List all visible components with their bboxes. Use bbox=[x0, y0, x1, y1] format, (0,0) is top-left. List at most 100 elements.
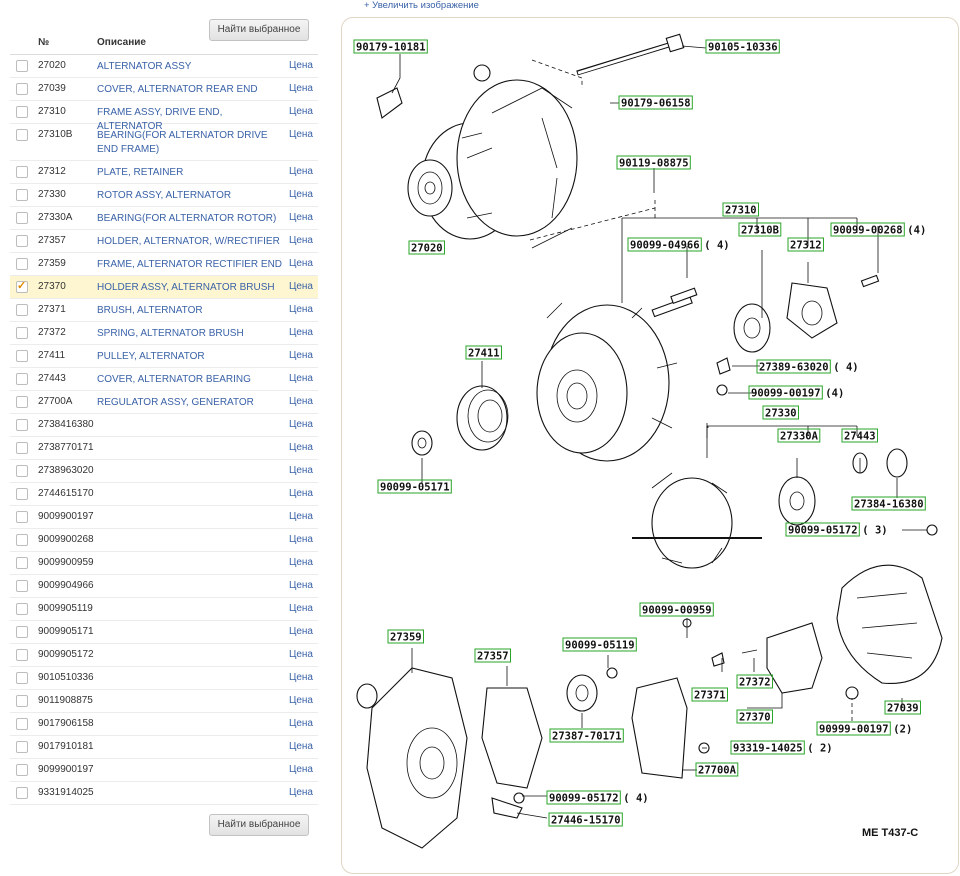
price-link[interactable]: Цена bbox=[289, 442, 313, 453]
part-callout[interactable]: 90179-10181 bbox=[353, 39, 428, 54]
price-link[interactable]: Цена bbox=[289, 511, 313, 522]
row-checkbox[interactable] bbox=[16, 741, 28, 753]
part-callout[interactable]: 90099-05172 ( 4) bbox=[546, 790, 649, 805]
row-checkbox[interactable] bbox=[16, 718, 28, 730]
table-row[interactable]: 27310 FRAME ASSY, DRIVE END, ALTERNATOR Це… bbox=[10, 101, 318, 132]
price-link[interactable]: Цена bbox=[289, 626, 313, 637]
price-link[interactable]: Цена bbox=[289, 603, 313, 614]
table-row[interactable]: 27700A REGULATOR ASSY, GENERATOR Цена bbox=[10, 391, 318, 414]
part-callout[interactable]: 27446-15170 bbox=[548, 812, 623, 827]
table-row[interactable]: 2738416380 Цена bbox=[10, 414, 318, 437]
part-callout[interactable]: 90099-00959 bbox=[639, 602, 714, 617]
part-description[interactable]: BEARING(FOR ALTERNATOR ROTOR) bbox=[97, 212, 287, 226]
row-checkbox[interactable] bbox=[16, 626, 28, 638]
part-callout[interactable]: 27370 bbox=[736, 709, 773, 724]
table-row[interactable]: 27370 HOLDER ASSY, ALTERNATOR BRUSHЦена bbox=[10, 276, 318, 299]
row-checkbox[interactable] bbox=[16, 212, 28, 224]
row-checkbox[interactable] bbox=[16, 327, 28, 339]
price-link[interactable]: Цена bbox=[289, 741, 313, 752]
row-checkbox[interactable] bbox=[16, 83, 28, 95]
row-checkbox[interactable] bbox=[16, 580, 28, 592]
price-link[interactable]: Цена bbox=[289, 60, 313, 71]
part-callout[interactable]: 27700A bbox=[695, 762, 739, 777]
part-callout[interactable]: 27387-70171 bbox=[549, 728, 624, 743]
part-description[interactable]: BEARING(FOR ALTERNATOR DRIVE END FRAME) bbox=[97, 129, 287, 157]
price-link[interactable]: Цена bbox=[289, 534, 313, 545]
part-callout[interactable]: 90099-00268 (4) bbox=[830, 222, 926, 237]
table-row[interactable]: 9009900197 Цена bbox=[10, 506, 318, 529]
row-checkbox[interactable] bbox=[16, 189, 28, 201]
table-row[interactable]: 27020 ALTERNATOR ASSY Цена bbox=[10, 55, 318, 78]
row-checkbox[interactable] bbox=[16, 511, 28, 523]
price-link[interactable]: Цена bbox=[289, 373, 313, 384]
table-row[interactable]: 27330 ROTOR ASSY, ALTERNATOR Цена bbox=[10, 184, 318, 207]
row-checkbox[interactable] bbox=[16, 672, 28, 684]
row-checkbox[interactable] bbox=[16, 557, 28, 569]
price-link[interactable]: Цена bbox=[289, 649, 313, 660]
row-checkbox[interactable] bbox=[16, 279, 28, 293]
table-row[interactable]: 27357 HOLDER, ALTERNATOR, W/RECTIFIER Цена bbox=[10, 230, 318, 253]
table-row[interactable]: 27411 PULLEY, ALTERNATOR Цена bbox=[10, 345, 318, 368]
part-callout[interactable]: 27039 bbox=[884, 700, 921, 715]
part-description[interactable]: FRAME, ALTERNATOR RECTIFIER END bbox=[97, 258, 287, 272]
table-row[interactable]: 9009900268 Цена bbox=[10, 529, 318, 552]
price-link[interactable]: Цена bbox=[289, 787, 313, 798]
table-row[interactable]: 2744615170 Цена bbox=[10, 483, 318, 506]
part-callout[interactable]: 90099-05171 bbox=[377, 479, 452, 494]
part-callout[interactable]: 90099-05119 bbox=[562, 637, 637, 652]
table-row[interactable]: 9009900959 Цена bbox=[10, 552, 318, 575]
row-checkbox[interactable] bbox=[16, 465, 28, 477]
part-callout[interactable]: 90099-04966 ( 4) bbox=[627, 237, 730, 252]
part-callout[interactable]: 27372 bbox=[736, 674, 773, 689]
row-checkbox[interactable] bbox=[16, 488, 28, 500]
part-callout[interactable]: 27371 bbox=[691, 687, 728, 702]
part-callout[interactable]: 93319-14025 ( 2) bbox=[730, 740, 833, 755]
part-callout[interactable]: 90999-00197 (2) bbox=[816, 721, 912, 736]
zoom-image-link[interactable]: + Увеличить изображение bbox=[364, 0, 479, 11]
table-row[interactable]: 9009905172 Цена bbox=[10, 644, 318, 667]
part-callout[interactable]: 27357 bbox=[474, 648, 511, 663]
price-link[interactable]: Цена bbox=[289, 419, 313, 430]
row-checkbox[interactable] bbox=[16, 534, 28, 546]
table-row[interactable]: 9009905119 Цена bbox=[10, 598, 318, 621]
price-link[interactable]: Цена bbox=[289, 189, 313, 200]
row-checkbox[interactable] bbox=[16, 695, 28, 707]
row-checkbox[interactable] bbox=[16, 419, 28, 431]
part-description[interactable]: PLATE, RETAINER bbox=[97, 166, 287, 180]
price-link[interactable]: Цена bbox=[289, 580, 313, 591]
table-row[interactable]: 9011908875 Цена bbox=[10, 690, 318, 713]
part-callout[interactable]: 90105-10336 bbox=[705, 39, 780, 54]
part-description[interactable]: ALTERNATOR ASSY bbox=[97, 60, 287, 74]
part-callout[interactable]: 90119-08875 bbox=[616, 155, 691, 170]
price-link[interactable]: Цена bbox=[289, 396, 313, 407]
row-checkbox[interactable] bbox=[16, 396, 28, 408]
price-link[interactable]: Цена bbox=[289, 235, 313, 246]
table-row[interactable]: 9009905171 Цена bbox=[10, 621, 318, 644]
price-link[interactable]: Цена bbox=[289, 129, 313, 140]
part-callout[interactable]: 90099-00197 (4) bbox=[748, 385, 844, 400]
row-checkbox[interactable] bbox=[16, 235, 28, 247]
price-link[interactable]: Цена bbox=[289, 83, 313, 94]
part-description[interactable]: REGULATOR ASSY, GENERATOR bbox=[97, 396, 287, 410]
row-checkbox[interactable] bbox=[16, 442, 28, 454]
part-callout[interactable]: 27310 bbox=[722, 202, 759, 217]
table-row[interactable]: 9017906158 Цена bbox=[10, 713, 318, 736]
price-link[interactable]: Цена bbox=[289, 350, 313, 361]
row-checkbox[interactable] bbox=[16, 106, 28, 118]
price-link[interactable]: Цена bbox=[289, 488, 313, 499]
price-link[interactable]: Цена bbox=[289, 695, 313, 706]
price-link[interactable]: Цена bbox=[289, 304, 313, 315]
row-checkbox[interactable] bbox=[16, 649, 28, 661]
part-callout[interactable]: 27330 bbox=[762, 405, 799, 420]
part-description[interactable]: SPRING, ALTERNATOR BRUSH bbox=[97, 327, 287, 341]
row-checkbox[interactable] bbox=[16, 166, 28, 178]
price-link[interactable]: Цена bbox=[289, 672, 313, 683]
table-row[interactable]: 27312 PLATE, RETAINER Цена bbox=[10, 161, 318, 184]
part-description[interactable]: PULLEY, ALTERNATOR bbox=[97, 350, 287, 364]
price-link[interactable]: Цена bbox=[289, 764, 313, 775]
table-row[interactable]: 9017910181 Цена bbox=[10, 736, 318, 759]
part-description[interactable]: ROTOR ASSY, ALTERNATOR bbox=[97, 189, 287, 203]
table-row[interactable]: 27372 SPRING, ALTERNATOR BRUSH Цена bbox=[10, 322, 318, 345]
price-link[interactable]: Цена bbox=[289, 258, 313, 269]
price-link[interactable]: Цена bbox=[289, 557, 313, 568]
